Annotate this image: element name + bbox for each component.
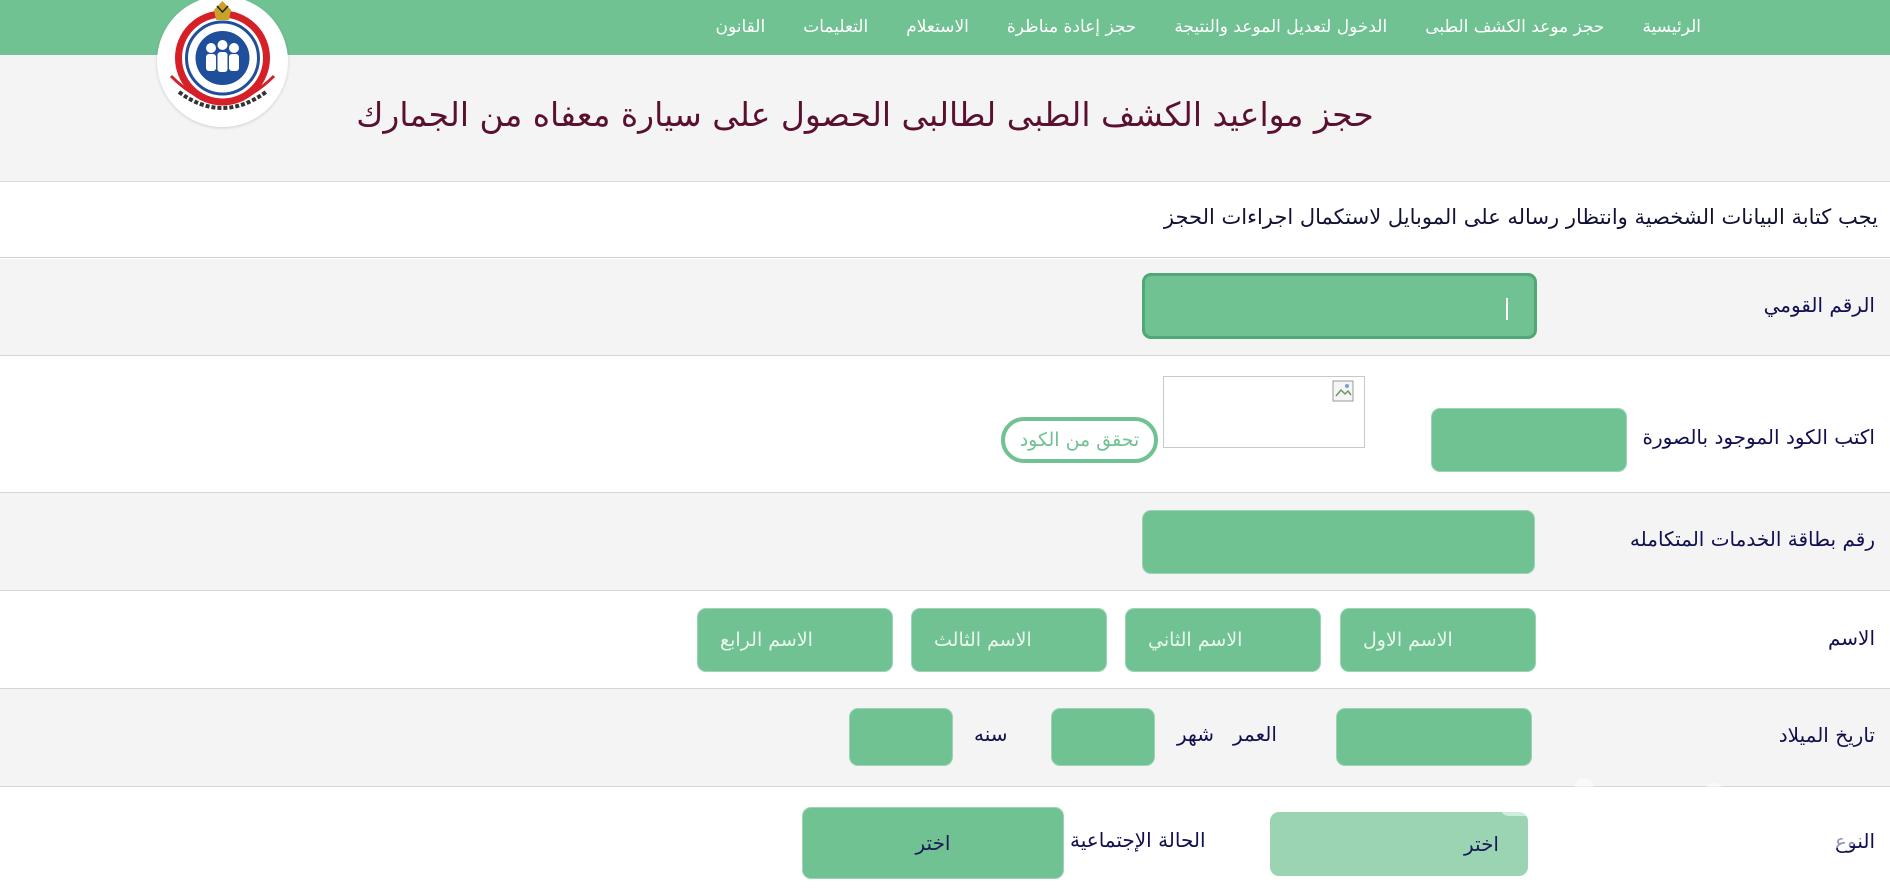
nav-edit-appointment-result[interactable]: الدخول لتعديل الموعد والنتيجة — [1155, 0, 1406, 55]
captcha-input[interactable] — [1431, 408, 1627, 472]
services-card-label: رقم بطاقة الخدمات المتكامله — [1629, 527, 1875, 551]
month-label: شهر — [1177, 722, 1215, 746]
text-caret — [1506, 298, 1508, 320]
nav-book-medical-exam[interactable]: حجز موعد الكشف الطبى — [1406, 0, 1623, 55]
nav-book-reexamination[interactable]: حجز إعادة مناظرة — [988, 0, 1155, 55]
second-name-input[interactable]: الاسم الثاني — [1125, 608, 1321, 672]
nav-instructions[interactable]: التعليمات — [784, 0, 887, 55]
age-label: العمر — [1233, 722, 1277, 746]
broken-image-icon — [1332, 380, 1354, 402]
row-birth-date: تاريخ الميلاد العمر شهر سنه — [0, 689, 1890, 787]
name-label: الاسم — [1827, 626, 1875, 650]
gender-label: النوع — [1835, 829, 1875, 853]
first-name-input[interactable]: الاسم الاول — [1340, 608, 1536, 672]
marital-status-label: الحالة الإجتماعية — [1070, 828, 1206, 852]
year-label: سنه — [974, 722, 1008, 746]
birth-date-label: تاريخ الميلاد — [1778, 723, 1875, 747]
nav-law[interactable]: القانون — [697, 0, 785, 55]
fourth-name-input[interactable]: الاسم الرابع — [697, 608, 893, 672]
instruction-notice: يجب كتابة البيانات الشخصية وانتظار رساله… — [0, 183, 1890, 258]
birth-month-input[interactable] — [1051, 708, 1155, 766]
captcha-label: اكتب الكود الموجود بالصورة — [1642, 425, 1875, 449]
nav-inquiry[interactable]: الاستعلام — [887, 0, 988, 55]
notice-text: يجب كتابة البيانات الشخصية وانتظار رساله… — [1163, 205, 1878, 229]
services-card-input[interactable] — [1142, 510, 1535, 574]
birth-year-input[interactable] — [849, 708, 953, 766]
third-name-input[interactable]: الاسم الثالث — [911, 608, 1107, 672]
row-gender-marital: النوع اختر الحالة الإجتماعية اختر — [0, 787, 1890, 890]
verify-code-button[interactable]: تحقق من الكود — [1001, 417, 1158, 463]
national-id-input[interactable] — [1142, 273, 1537, 339]
nav-home[interactable]: الرئيسية — [1623, 0, 1720, 55]
national-id-label: الرقم القومي — [1763, 293, 1875, 317]
first-name-placeholder: الاسم الاول — [1363, 629, 1453, 651]
third-name-placeholder: الاسم الثالث — [934, 629, 1032, 651]
row-services-card: رقم بطاقة الخدمات المتكامله — [0, 493, 1890, 591]
row-captcha: اكتب الكود الموجود بالصورة — [0, 356, 1890, 493]
main-nav: الرئيسية حجز موعد الكشف الطبى الدخول لتع… — [697, 0, 1721, 55]
marital-select-value: اختر — [915, 831, 951, 855]
second-name-placeholder: الاسم الثاني — [1148, 629, 1243, 651]
row-name: الاسم الاسم الاول الاسم الثاني الاسم الث… — [0, 591, 1890, 689]
gender-select-value: اختر — [1464, 832, 1499, 856]
birth-day-input[interactable] — [1336, 708, 1532, 766]
fourth-name-placeholder: الاسم الرابع — [720, 629, 813, 651]
captcha-image — [1163, 376, 1365, 448]
row-national-id: الرقم القومي — [0, 259, 1890, 356]
marital-status-select[interactable]: اختر — [802, 807, 1064, 879]
gender-select[interactable]: اختر — [1270, 812, 1528, 876]
page-title: حجز مواعيد الكشف الطبى لطالبى الحصول على… — [356, 95, 1374, 134]
